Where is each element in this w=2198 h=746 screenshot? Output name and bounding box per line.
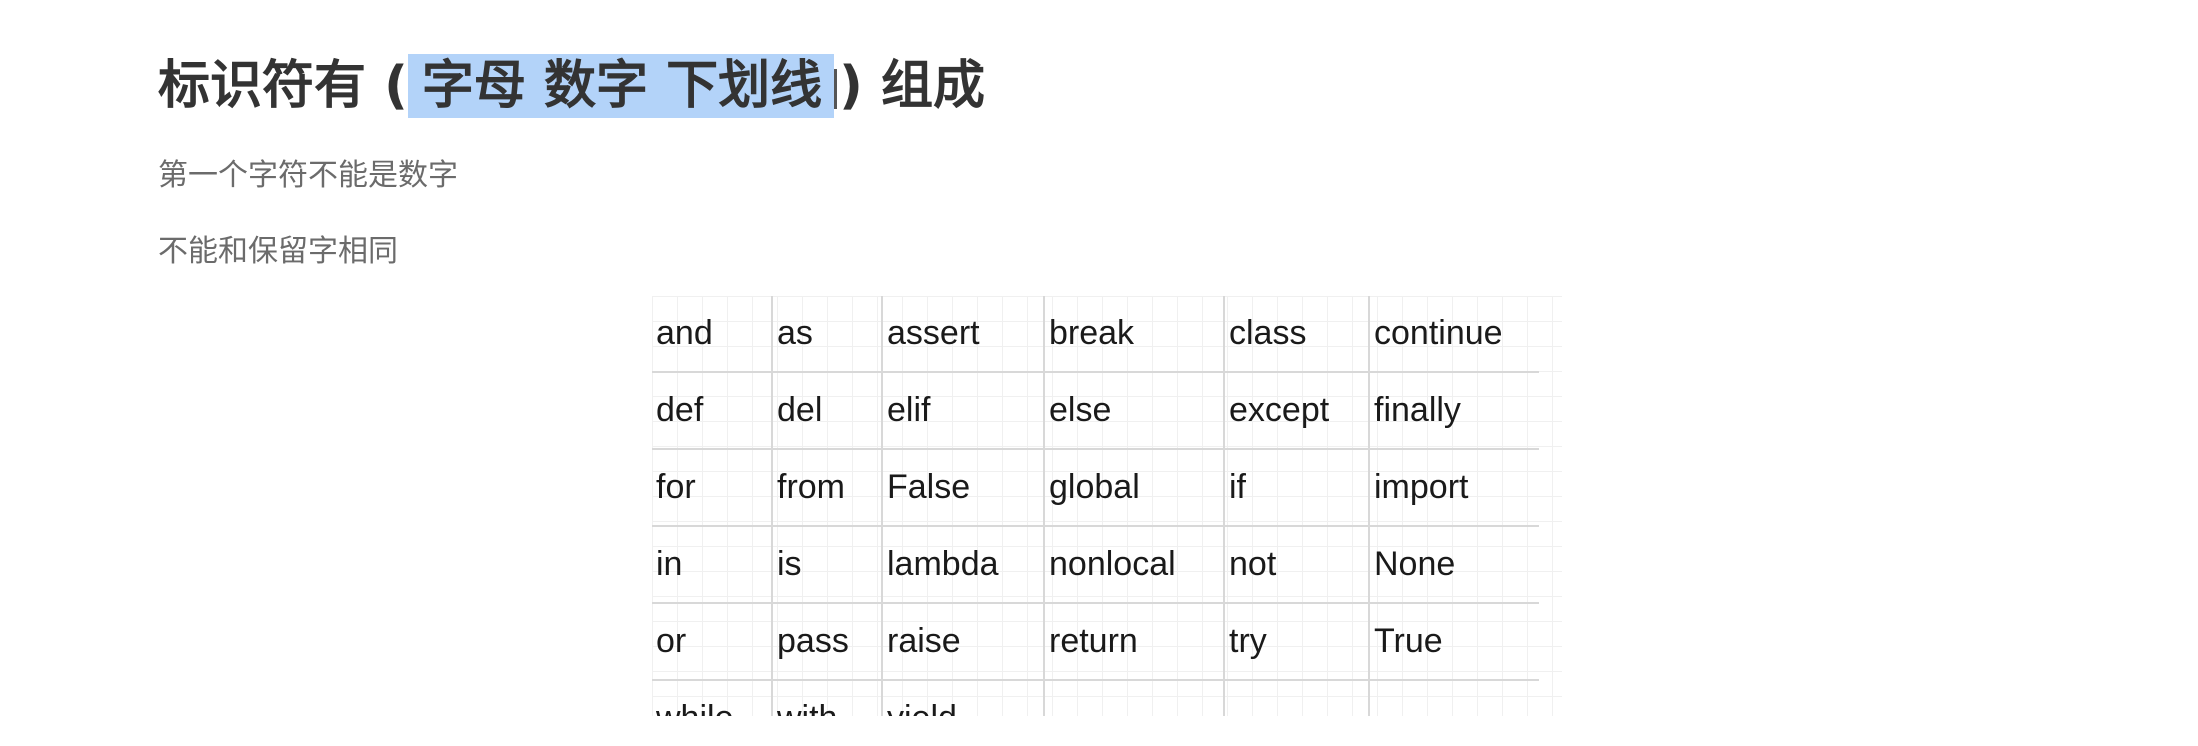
table-cell: not bbox=[1224, 526, 1370, 604]
table-cell: with bbox=[772, 680, 883, 716]
table-row: or pass raise return try True bbox=[652, 603, 1539, 681]
table-cell: and bbox=[652, 296, 773, 373]
table-row: while with yield bbox=[652, 680, 1539, 716]
table-cell: except bbox=[1224, 372, 1370, 450]
table-cell: as bbox=[772, 296, 883, 373]
table-cell: continue bbox=[1369, 296, 1539, 373]
table-cell: in bbox=[652, 526, 773, 604]
table-cell: finally bbox=[1369, 372, 1539, 450]
table-cell: from bbox=[772, 449, 883, 527]
reserved-words-table: and as assert break class continue def d… bbox=[652, 296, 1539, 716]
rule-not-reserved: 不能和保留字相同 bbox=[158, 234, 398, 269]
table-cell: True bbox=[1369, 603, 1539, 681]
table-cell: assert bbox=[882, 296, 1045, 373]
table-cell: for bbox=[652, 449, 773, 527]
rule-first-char: 第一个字符不能是数字 bbox=[158, 158, 458, 193]
table-cell: pass bbox=[772, 603, 883, 681]
table-cell: while bbox=[652, 680, 773, 716]
table-cell: import bbox=[1369, 449, 1539, 527]
table-cell: global bbox=[1044, 449, 1225, 527]
table-cell: class bbox=[1224, 296, 1370, 373]
page-heading: 标识符有 (字母 数字 下划线) 组成 bbox=[158, 46, 985, 126]
table-cell: def bbox=[652, 372, 773, 450]
table-cell: break bbox=[1044, 296, 1225, 373]
document-page: 标识符有 (字母 数字 下划线) 组成 第一个字符不能是数字 不能和保留字相同 … bbox=[0, 0, 2198, 746]
table-cell: lambda bbox=[882, 526, 1045, 604]
table-cell: del bbox=[772, 372, 883, 450]
text-cursor bbox=[834, 69, 838, 109]
table-cell: False bbox=[882, 449, 1045, 527]
reserved-words-table-container: and as assert break class continue def d… bbox=[652, 296, 1562, 716]
table-cell: None bbox=[1369, 526, 1539, 604]
table-cell: return bbox=[1044, 603, 1225, 681]
table-cell: nonlocal bbox=[1044, 526, 1225, 604]
table-cell: if bbox=[1224, 449, 1370, 527]
heading-selected-text[interactable]: 字母 数字 下划线 bbox=[407, 54, 835, 118]
table-cell: else bbox=[1044, 372, 1225, 450]
table-cell bbox=[1224, 680, 1370, 716]
table-cell: or bbox=[652, 603, 773, 681]
table-row: def del elif else except finally bbox=[652, 372, 1539, 450]
table-cell: elif bbox=[882, 372, 1045, 450]
table-cell bbox=[1369, 680, 1539, 716]
table-cell: is bbox=[772, 526, 883, 604]
heading-suffix: ) 组成 bbox=[839, 56, 985, 116]
table-row: and as assert break class continue bbox=[652, 296, 1539, 373]
table-cell bbox=[1044, 680, 1225, 716]
heading-prefix: 标识符有 ( bbox=[158, 56, 408, 116]
table-cell: yield bbox=[882, 680, 1045, 716]
table-cell: try bbox=[1224, 603, 1370, 681]
table-row: in is lambda nonlocal not None bbox=[652, 526, 1539, 604]
table-row: for from False global if import bbox=[652, 449, 1539, 527]
table-cell: raise bbox=[882, 603, 1045, 681]
